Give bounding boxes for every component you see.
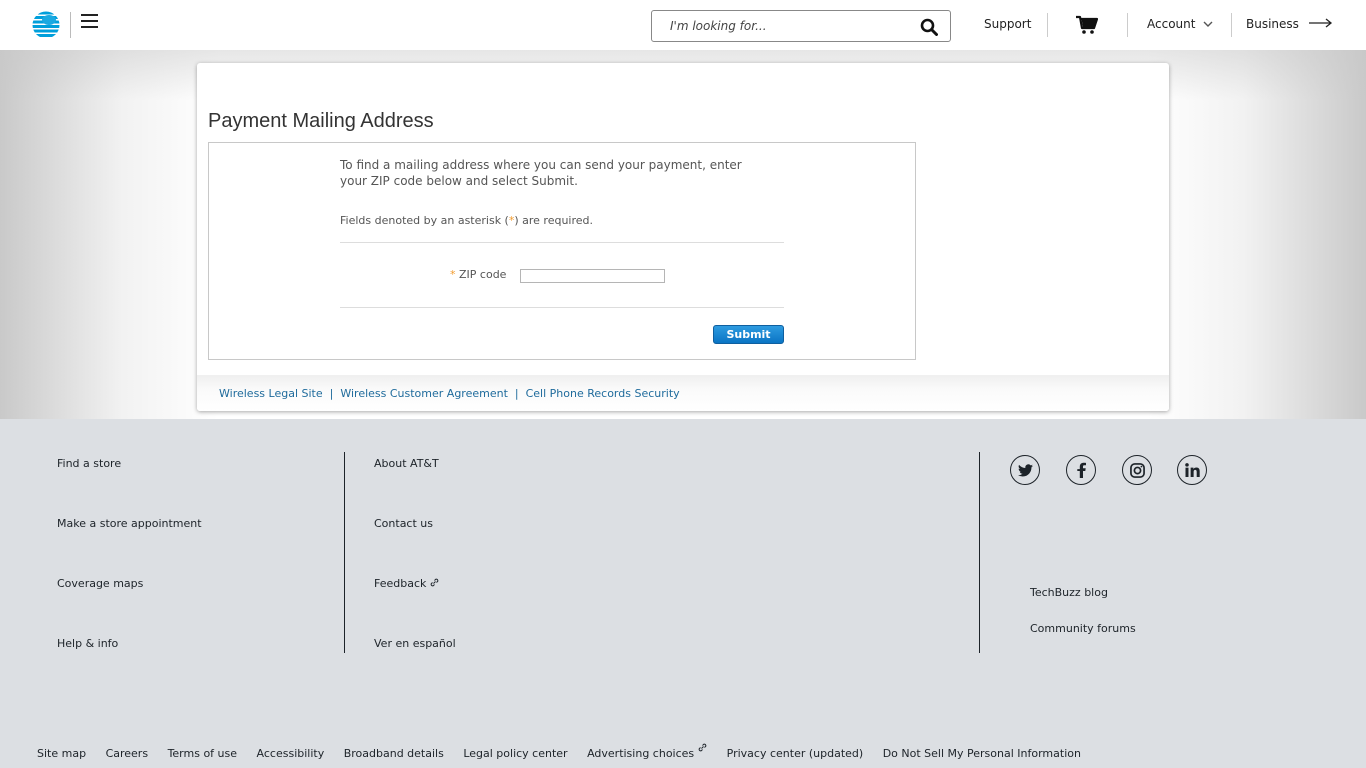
att-logo-icon[interactable]	[31, 11, 61, 39]
bottom-link-do-not-sell[interactable]: Do Not Sell My Personal Information	[883, 747, 1081, 760]
bottom-link-careers[interactable]: Careers	[106, 747, 149, 760]
business-link[interactable]: Business	[1246, 17, 1333, 31]
account-menu[interactable]: Account	[1147, 17, 1213, 31]
business-label: Business	[1246, 17, 1299, 31]
linkedin-icon[interactable]	[1177, 455, 1207, 485]
wireless-customer-agreement-link[interactable]: Wireless Customer Agreement	[340, 387, 508, 400]
bottom-link-accessibility[interactable]: Accessibility	[257, 747, 325, 760]
site-header: Support Account Business	[0, 0, 1366, 50]
footer-link-coverage-maps[interactable]: Coverage maps	[57, 577, 143, 590]
required-note: Fields denoted by an asterisk (*) are re…	[340, 214, 593, 227]
bottom-link-advertising-choices[interactable]: Advertising choices	[587, 743, 707, 760]
bottom-link-privacy-center[interactable]: Privacy center (updated)	[727, 747, 864, 760]
bottom-link-legal-policy[interactable]: Legal policy center	[463, 747, 567, 760]
divider	[340, 242, 784, 243]
page-title: Payment Mailing Address	[208, 110, 434, 132]
zip-label-text: ZIP code	[459, 268, 507, 281]
intro-text: To find a mailing address where you can …	[340, 158, 742, 188]
required-note-prefix: Fields denoted by an asterisk (	[340, 214, 509, 227]
arrow-right-icon	[1308, 18, 1332, 28]
footer-divider	[979, 452, 980, 653]
footer-link-spanish[interactable]: Ver en español	[374, 637, 456, 650]
footer-link-contact[interactable]: Contact us	[374, 517, 433, 530]
advertising-choices-label: Advertising choices	[587, 747, 695, 760]
footer-link-community-forums[interactable]: Community forums	[1030, 622, 1136, 635]
nav-divider	[1127, 13, 1128, 37]
bottom-link-broadband[interactable]: Broadband details	[344, 747, 444, 760]
card-footer: Wireless Legal Site | Wireless Customer Ag…	[197, 375, 1169, 411]
required-note-suffix: ) are required.	[514, 214, 594, 227]
footer-link-feedback[interactable]: Feedback	[374, 577, 439, 590]
footer-link-store-appointment[interactable]: Make a store appointment	[57, 517, 202, 530]
footer-divider	[344, 452, 345, 653]
search-icon[interactable]	[920, 18, 938, 36]
support-link[interactable]: Support	[984, 17, 1031, 31]
external-link-icon	[431, 578, 439, 587]
zip-code-input[interactable]	[520, 269, 665, 283]
link-separator: |	[514, 387, 519, 400]
bottom-links: Site map Careers Terms of use Accessibil…	[37, 743, 1097, 760]
link-separator: |	[329, 387, 334, 400]
content-card: Payment Mailing Address To find a mailin…	[197, 63, 1169, 411]
cell-phone-records-security-link[interactable]: Cell Phone Records Security	[526, 387, 680, 400]
zip-label: * ZIP code	[450, 268, 506, 281]
nav-divider	[1231, 13, 1232, 37]
bottom-link-terms[interactable]: Terms of use	[168, 747, 237, 760]
footer-link-find-store[interactable]: Find a store	[57, 457, 121, 470]
account-label: Account	[1147, 17, 1196, 31]
chevron-down-icon	[1203, 21, 1213, 27]
cart-icon[interactable]	[1076, 15, 1098, 35]
wireless-legal-site-link[interactable]: Wireless Legal Site	[219, 387, 323, 400]
required-asterisk: *	[450, 268, 456, 281]
divider	[340, 307, 784, 308]
feedback-label: Feedback	[374, 577, 427, 590]
facebook-icon[interactable]	[1066, 455, 1096, 485]
legal-links: Wireless Legal Site | Wireless Customer Ag…	[219, 387, 680, 400]
external-link-icon	[698, 743, 707, 752]
submit-button[interactable]: Submit	[713, 325, 784, 344]
hamburger-menu-icon[interactable]	[81, 14, 98, 31]
footer-link-help-info[interactable]: Help & info	[57, 637, 118, 650]
logo-divider	[70, 12, 71, 38]
search-input[interactable]	[670, 19, 910, 33]
zip-form: To find a mailing address where you can …	[208, 142, 916, 360]
search-box	[651, 10, 951, 42]
site-footer: Find a store Make a store appointment Co…	[0, 419, 1366, 768]
nav-divider	[1047, 13, 1048, 37]
bottom-link-site-map[interactable]: Site map	[37, 747, 86, 760]
twitter-icon[interactable]	[1010, 455, 1040, 485]
footer-link-techbuzz[interactable]: TechBuzz blog	[1030, 586, 1108, 599]
footer-link-about[interactable]: About AT&T	[374, 457, 439, 470]
instagram-icon[interactable]	[1122, 455, 1152, 485]
